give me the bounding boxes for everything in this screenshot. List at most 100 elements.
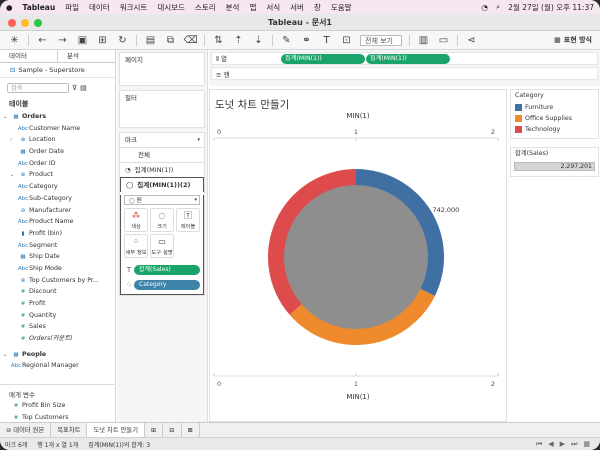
menu-item[interactable]: 분석 bbox=[226, 2, 240, 13]
sort-desc-icon[interactable]: ⇣ bbox=[252, 34, 265, 46]
detail-button[interactable]: ⁘ 세부 정보 bbox=[124, 234, 148, 258]
tableau-logo-icon[interactable]: ✳ bbox=[8, 34, 21, 46]
clear-icon[interactable]: ⌫ bbox=[183, 34, 197, 46]
new-datasource-icon[interactable]: ⊞ bbox=[96, 34, 109, 46]
pill-category[interactable]: Category bbox=[134, 279, 200, 290]
field-item[interactable]: › ⊕ Location bbox=[0, 134, 115, 146]
field-item[interactable]: # Orders(카운트) bbox=[0, 333, 115, 345]
filters-card[interactable]: 필터 bbox=[119, 90, 205, 128]
new-story-icon[interactable]: ⊠ bbox=[182, 422, 200, 438]
wifi-icon[interactable]: ◔ bbox=[481, 3, 488, 12]
group-icon[interactable]: ⚭ bbox=[300, 34, 313, 46]
parameter-item[interactable]: # Profit Bin Size bbox=[0, 400, 116, 412]
search-icon[interactable]: ⌕ bbox=[496, 2, 500, 12]
field-item[interactable]: AbcShip Mode bbox=[0, 263, 115, 275]
tab-sheet-active[interactable]: 도넛 차트 만들기 bbox=[87, 422, 146, 438]
menu-item[interactable]: 스토리 bbox=[195, 2, 216, 13]
menu-item[interactable]: 파일 bbox=[65, 2, 79, 13]
table-people[interactable]: ⌄ ▦ People bbox=[0, 349, 115, 361]
field-item[interactable]: # Sales bbox=[0, 321, 115, 333]
highlight-icon[interactable]: ✎ bbox=[280, 34, 293, 46]
menu-item[interactable]: 도움말 bbox=[331, 2, 352, 13]
last-page-icon[interactable]: ⏭ bbox=[571, 440, 577, 449]
menu-item[interactable]: 워크시트 bbox=[120, 2, 148, 13]
field-item[interactable]: AbcRegional Manager bbox=[0, 360, 115, 372]
field-item[interactable]: AbcOrder ID bbox=[0, 158, 115, 170]
app-menu[interactable]: Tableau bbox=[23, 3, 56, 12]
marks-layer-2[interactable]: ◯ 집계(MIN(1))(2) bbox=[120, 177, 204, 192]
menu-item[interactable]: 데이터 bbox=[89, 2, 110, 13]
menu-item[interactable]: 서버 bbox=[290, 2, 304, 13]
datasource-item[interactable]: ⊟ Sample - Superstore bbox=[0, 63, 115, 78]
refresh-icon[interactable]: ↻ bbox=[116, 34, 129, 46]
next-page-icon[interactable]: ▶ bbox=[560, 440, 565, 449]
field-item[interactable]: AbcSub-Category bbox=[0, 193, 115, 205]
cards-icon[interactable]: ▥ bbox=[417, 34, 430, 46]
fix-axes-icon[interactable]: ⊡ bbox=[340, 34, 353, 46]
swap-icon[interactable]: ⇅ bbox=[212, 34, 225, 46]
zoom-button[interactable] bbox=[34, 19, 42, 27]
marks-all[interactable]: 전체 bbox=[120, 147, 204, 162]
forward-icon[interactable]: → bbox=[56, 34, 69, 46]
legend-item[interactable]: Furniture bbox=[511, 102, 598, 113]
menu-item[interactable]: 대시보드 bbox=[157, 2, 185, 13]
apple-icon[interactable]: ● bbox=[6, 3, 13, 12]
legend-item[interactable]: Office Supplies bbox=[511, 113, 598, 124]
fit-select[interactable]: 전체 보기 bbox=[360, 34, 402, 46]
marks-layer-1[interactable]: ◔ 집계(MIN(1)) bbox=[120, 162, 204, 177]
menu-item[interactable]: 맵 bbox=[249, 2, 256, 13]
new-worksheet-icon[interactable]: ▤ bbox=[144, 34, 157, 46]
table-orders[interactable]: ⌄ ▦ Orders bbox=[0, 111, 115, 123]
prev-page-icon[interactable]: ◀ bbox=[548, 440, 553, 449]
column-pill[interactable]: 집계(MIN(1)) bbox=[366, 53, 450, 64]
field-item[interactable]: ▮ Profit (bin) bbox=[0, 228, 115, 240]
field-item[interactable]: AbcProduct Name bbox=[0, 216, 115, 228]
search-input[interactable]: 검색 bbox=[7, 83, 69, 93]
field-item[interactable]: ▦ Order Date bbox=[0, 146, 115, 158]
view-area[interactable]: 도넛 차트 만들기 MIN(1) MIN(1) 0 1 2 0 1 2 742,000 bbox=[209, 89, 507, 422]
filter-icon[interactable]: ⊽ bbox=[72, 84, 77, 92]
field-item[interactable]: AbcCategory bbox=[0, 181, 115, 193]
tab-sheet[interactable]: 목표차트 bbox=[51, 422, 88, 438]
minimize-button[interactable] bbox=[21, 19, 29, 27]
menu-item[interactable]: 서식 bbox=[266, 2, 280, 13]
column-pill[interactable]: 집계(MIN(1)) bbox=[281, 53, 365, 64]
size-button[interactable]: ◌ 크기 bbox=[150, 208, 174, 232]
presentation-icon[interactable]: ▭ bbox=[437, 34, 450, 46]
pill-sales[interactable]: 합계(Sales) bbox=[134, 264, 200, 275]
new-dashboard-icon[interactable]: ⊟ bbox=[163, 422, 182, 438]
share-icon[interactable]: ⋖ bbox=[465, 34, 478, 46]
labels-icon[interactable]: T bbox=[320, 34, 333, 46]
donut-chart[interactable]: MIN(1) MIN(1) 0 1 2 0 1 2 742,000 bbox=[210, 112, 506, 422]
show-me-button[interactable]: ▦ 표현 방식 bbox=[554, 35, 592, 45]
pages-card[interactable]: 페이지 bbox=[119, 52, 205, 86]
size-legend[interactable]: 합계(Sales) 2,297,201 bbox=[510, 147, 599, 177]
rows-shelf[interactable]: ≡ 행 bbox=[211, 67, 598, 80]
tab-data-source[interactable]: ⊖ 데이터 원본 bbox=[0, 422, 52, 438]
legend-item[interactable]: Technology bbox=[511, 124, 598, 135]
field-item[interactable]: AbcSegment bbox=[0, 240, 115, 252]
tab-analysis[interactable]: 분석 bbox=[58, 50, 115, 62]
field-item[interactable]: # Quantity bbox=[0, 310, 115, 322]
color-legend[interactable]: Category Furniture Office Supplies Technol… bbox=[510, 89, 599, 139]
tooltip-button[interactable]: ▭ 도구 설명 bbox=[150, 234, 174, 258]
field-item[interactable]: ⌄ ⊕ Product bbox=[0, 169, 115, 181]
new-worksheet-icon[interactable]: ⊞ bbox=[145, 422, 164, 438]
menu-item[interactable]: 창 bbox=[314, 2, 321, 13]
first-page-icon[interactable]: ⏮ bbox=[536, 440, 542, 449]
field-item[interactable]: # Discount bbox=[0, 286, 115, 298]
grid-view-icon[interactable]: ▦ bbox=[583, 440, 590, 449]
field-item[interactable]: ⊘ Manufacturer bbox=[0, 205, 115, 217]
field-item[interactable]: ⊗ Top Customers by Pr... bbox=[0, 275, 115, 287]
label-button[interactable]: 🅃 레이블 bbox=[176, 208, 200, 232]
chevron-down-icon[interactable]: ▾ bbox=[197, 133, 204, 147]
back-icon[interactable]: ← bbox=[36, 34, 49, 46]
close-button[interactable] bbox=[8, 19, 16, 27]
tab-data[interactable]: 데이터 bbox=[0, 50, 58, 62]
field-item[interactable]: ▦ Ship Date bbox=[0, 251, 115, 263]
view-list-icon[interactable]: ▤ bbox=[80, 84, 87, 92]
field-item[interactable]: AbcCustomer Name bbox=[0, 123, 115, 135]
duplicate-icon[interactable]: ⧉ bbox=[164, 34, 177, 46]
color-button[interactable]: ⁂ 색상 bbox=[124, 208, 148, 232]
columns-shelf[interactable]: ⦀ 열 집계(MIN(1)) 집계(MIN(1)) bbox=[211, 52, 598, 65]
